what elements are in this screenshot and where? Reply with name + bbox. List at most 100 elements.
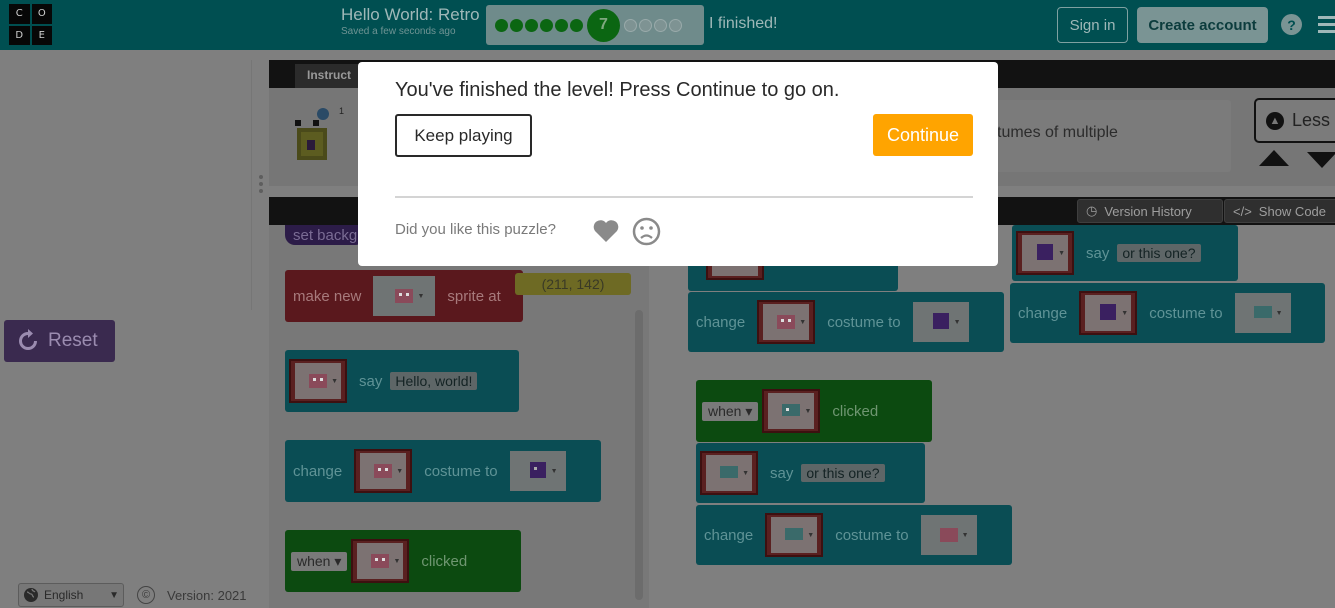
progress-dot-completed[interactable] [495, 18, 508, 32]
purple-alien-icon [529, 462, 546, 478]
set-background-block[interactable]: set backg [285, 225, 365, 245]
progress-dot-completed[interactable] [555, 18, 568, 32]
block-label: costume to [827, 313, 901, 331]
tab-instructions[interactable]: Instruct [295, 64, 364, 88]
say-text-field[interactable]: or this one? [1117, 244, 1201, 262]
progress-dot-remaining[interactable] [624, 18, 637, 32]
panel-resize-handle[interactable] [259, 175, 263, 195]
game-stage[interactable] [0, 60, 252, 310]
purple-alien-icon [932, 313, 949, 329]
workspace-say-block-3[interactable]: ▼ say or this one? [696, 443, 925, 503]
progress-dot-remaining[interactable] [654, 18, 667, 32]
frown-face-icon[interactable] [632, 217, 661, 246]
workspace-change-costume-block[interactable]: change ▼ costume to ▼ [688, 292, 1004, 352]
logo-letter: O [31, 4, 52, 24]
purple-alien-icon [1037, 244, 1053, 260]
block-label: say [359, 372, 383, 390]
sprite-picker[interactable]: ▼ [757, 300, 816, 344]
make-new-sprite-block[interactable]: make new ▼ sprite at [285, 270, 523, 322]
sign-in-button[interactable]: Sign in [1057, 7, 1128, 43]
pink-alien-icon [939, 528, 958, 542]
say-text-field[interactable]: Hello, world! [390, 372, 478, 390]
toolbox-scrollbar[interactable] [635, 310, 643, 600]
event-dropdown[interactable]: when ▾ [291, 551, 348, 571]
hamburger-menu-icon[interactable] [1318, 16, 1335, 37]
logo-letter: D [9, 25, 30, 45]
pink-alien-icon [309, 374, 327, 388]
sprite-picker[interactable]: ▼ [700, 451, 758, 495]
block-label: change [293, 462, 343, 480]
alien-avatar-icon [295, 108, 329, 160]
language-value: English [44, 588, 84, 602]
finished-link[interactable]: I finished! [709, 15, 777, 33]
language-select[interactable]: English ▼ [18, 583, 124, 607]
version-history-button[interactable]: ◷ Version History [1077, 199, 1223, 223]
costume-picker[interactable]: ▼ [1234, 293, 1291, 333]
block-label: costume to [1149, 304, 1223, 322]
saved-status: Saved a few seconds ago [341, 26, 456, 37]
pink-alien-icon [374, 464, 393, 478]
instruction-text-box: tumes of multiple [987, 100, 1231, 172]
divider [395, 196, 973, 198]
footer: English ▼ © Version: 2021 [18, 582, 268, 608]
sprite-picker[interactable]: ▼ [289, 359, 347, 403]
keep-playing-button[interactable]: Keep playing [395, 114, 532, 157]
block-label: set backg [293, 226, 358, 244]
reset-button[interactable]: Reset [4, 320, 115, 362]
costume-picker[interactable]: ▼ [509, 451, 566, 491]
progress-dot-completed[interactable] [525, 18, 538, 32]
block-label: change [704, 526, 754, 544]
progress-dot-completed[interactable] [570, 18, 583, 32]
reset-label: Reset [48, 330, 98, 351]
sprite-picker[interactable]: ▼ [1079, 291, 1138, 335]
code-org-logo[interactable]: C O D E [9, 4, 52, 45]
progress-current-level[interactable]: 7 [587, 8, 620, 42]
sprite-picker[interactable]: ▼ [762, 389, 821, 433]
sprite-picker[interactable]: ▼ [1016, 231, 1074, 275]
workspace-when-clicked-block[interactable]: when ▾ ▼ clicked [696, 380, 932, 442]
purple-alien-icon [1100, 304, 1117, 320]
sprite-picker[interactable]: ▼ [765, 513, 824, 557]
help-icon[interactable]: ? [1281, 14, 1302, 35]
location-picker[interactable]: (211, 142) [515, 273, 631, 295]
create-account-button[interactable]: Create account [1137, 7, 1268, 43]
level-progress: 7 [486, 5, 704, 45]
say-block[interactable]: ▼ say Hello, world! [285, 350, 519, 412]
teal-alien-icon [782, 404, 801, 416]
heart-icon[interactable] [592, 219, 620, 243]
sprite-picker[interactable]: ▼ [351, 539, 410, 583]
workspace-say-block-2[interactable]: ▼ say or this one? [1012, 225, 1238, 281]
scroll-down-arrow-icon[interactable] [1307, 152, 1335, 168]
sprite-picker[interactable]: ▼ [373, 276, 436, 316]
pink-alien-icon [777, 315, 796, 329]
progress-dot-completed[interactable] [510, 18, 523, 32]
show-code-button[interactable]: </> Show Code [1224, 199, 1335, 223]
less-button[interactable]: ▲ Less [1254, 98, 1335, 143]
level-complete-dialog: You've finished the level! Press Continu… [358, 62, 998, 266]
workspace-change-costume-block-2[interactable]: change ▼ costume to ▼ [1010, 283, 1325, 343]
workspace-change-costume-block-3[interactable]: change ▼ costume to ▼ [696, 505, 1012, 565]
reset-icon [19, 329, 37, 350]
say-text-field[interactable]: or this one? [801, 464, 885, 482]
when-clicked-block[interactable]: when ▾ ▼ clicked [285, 530, 521, 592]
costume-picker[interactable]: ▼ [912, 302, 969, 342]
chevron-down-icon: ▼ [109, 589, 119, 601]
chevron-up-icon: ▲ [1266, 111, 1284, 130]
globe-icon [24, 588, 38, 602]
costume-picker[interactable]: ▼ [920, 515, 977, 555]
event-dropdown[interactable]: when ▾ [702, 401, 759, 421]
block-label: say [770, 464, 794, 482]
progress-dot-remaining[interactable] [669, 18, 682, 32]
progress-dot-remaining[interactable] [639, 18, 652, 32]
continue-button[interactable]: Continue [873, 114, 973, 156]
pink-alien-icon [371, 554, 390, 568]
change-costume-block[interactable]: change ▼ costume to ▼ [285, 440, 601, 502]
instruction-text: tumes of multiple [997, 124, 1118, 141]
dialog-title: You've finished the level! Press Continu… [395, 79, 840, 101]
scroll-up-arrow-icon[interactable] [1259, 150, 1289, 166]
copyright-icon[interactable]: © [137, 586, 155, 604]
block-label: say [1086, 244, 1110, 262]
progress-dot-completed[interactable] [540, 18, 553, 32]
sprite-picker[interactable]: ▼ [354, 449, 413, 493]
block-label: clicked [832, 402, 879, 420]
